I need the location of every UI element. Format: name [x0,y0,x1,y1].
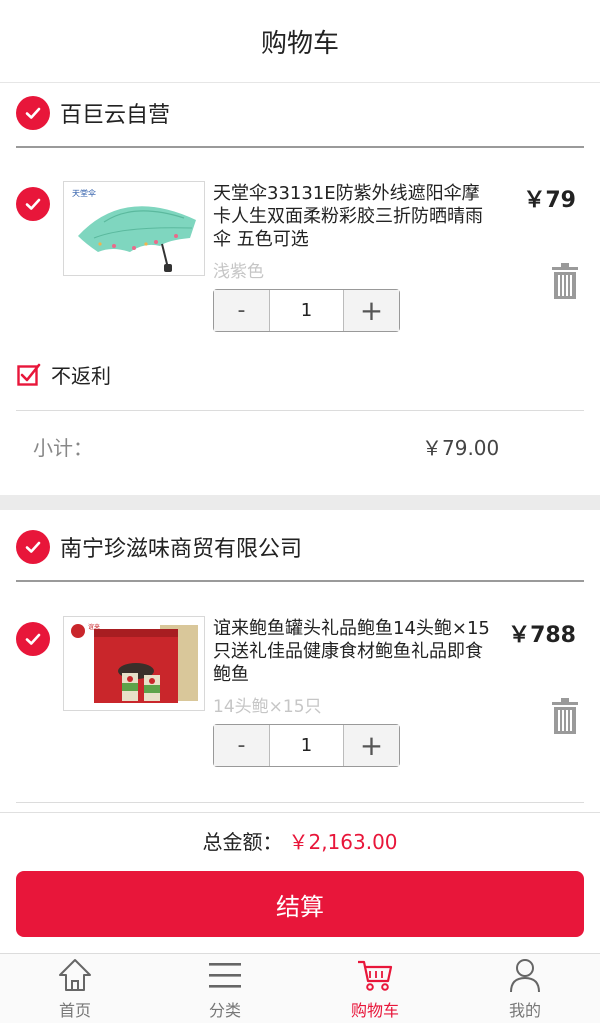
tab-label: 首页 [58,1000,91,1020]
tab-category[interactable]: 分类 [150,954,300,1023]
product-thumbnail[interactable]: 谊来 [63,616,205,711]
trash-icon[interactable] [551,263,579,299]
product-spec: 14头鲍×15只 [213,697,322,717]
check-icon [25,541,41,553]
shop-header[interactable]: 南宁珍滋味商贸有限公司 [16,530,302,564]
quantity-value[interactable]: 1 [270,725,343,766]
shop-name: 百巨云自营 [60,103,171,128]
divider [16,146,584,148]
divider [16,410,584,411]
cart-icon [358,960,393,991]
total-value: ￥2,163.00 [288,829,398,854]
quantity-stepper: - 1 + [213,724,400,767]
divider [16,802,584,803]
product-spec: 浅紫色 [213,262,264,282]
quantity-value[interactable]: 1 [270,290,343,331]
product-thumbnail[interactable]: 天堂伞 [63,181,205,276]
total-label: 总金额： [202,829,283,854]
product-price: ￥788 [508,623,576,648]
umbrella-photo-icon: 天堂伞 [64,182,204,275]
checkout-button[interactable]: 结算 [16,871,584,937]
increase-quantity-button[interactable]: + [343,290,399,331]
tab-label: 分类 [208,1000,241,1020]
user-icon [510,958,540,992]
section-separator [0,495,600,510]
quantity-stepper: - 1 + [213,289,400,332]
shop-select-checkbox[interactable] [16,530,50,564]
trash-icon[interactable] [551,698,579,734]
decrease-quantity-button[interactable]: - [214,725,270,766]
subtotal-value: ￥79.00 [422,436,500,460]
item-select-checkbox[interactable] [16,187,50,221]
tab-home[interactable]: 首页 [0,954,150,1023]
svg-text:天堂伞: 天堂伞 [72,188,96,198]
no-rebate-option[interactable]: 不返利 [17,360,111,389]
product-title[interactable]: 谊来鲍鱼罐头礼品鲍鱼14头鲍×15只送礼佳品健康食材鲍鱼礼品即食鲍鱼 [213,617,493,686]
order-total: 总金额： ￥2,163.00 [0,812,600,867]
product-price: ￥79 [523,188,576,213]
subtotal-label: 小计： [33,436,93,460]
bottom-tab-bar: 首页 分类 购物车 我的 [0,953,600,1023]
checkbox-checked-icon[interactable] [17,363,41,387]
menu-icon [209,962,241,988]
abalone-gift-box-photo-icon: 谊来 [64,617,204,710]
shopping-cart-page: 购物车 百巨云自营 天堂伞 天堂伞33131E防紫外线遮阳伞摩卡人生双面柔粉彩胶… [0,0,600,1023]
home-icon [59,958,91,991]
tab-cart[interactable]: 购物车 [300,954,450,1023]
shop-name: 南宁珍滋味商贸有限公司 [60,537,303,562]
product-title[interactable]: 天堂伞33131E防紫外线遮阳伞摩卡人生双面柔粉彩胶三折防晒晴雨伞 五色可选 [213,182,493,251]
divider [16,580,584,582]
no-rebate-label: 不返利 [51,364,111,388]
check-icon [25,198,41,210]
shop-header[interactable]: 百巨云自营 [16,96,170,130]
check-icon [25,107,41,119]
tab-label: 购物车 [350,1000,399,1020]
tab-label: 我的 [508,1000,541,1020]
tab-mine[interactable]: 我的 [450,954,600,1023]
item-select-checkbox[interactable] [16,622,50,656]
check-icon [25,633,41,645]
svg-text:谊来: 谊来 [88,623,100,631]
increase-quantity-button[interactable]: + [343,725,399,766]
page-title: 购物车 [260,28,339,59]
decrease-quantity-button[interactable]: - [214,290,270,331]
header-bar: 购物车 [0,0,600,83]
shop-select-checkbox[interactable] [16,96,50,130]
